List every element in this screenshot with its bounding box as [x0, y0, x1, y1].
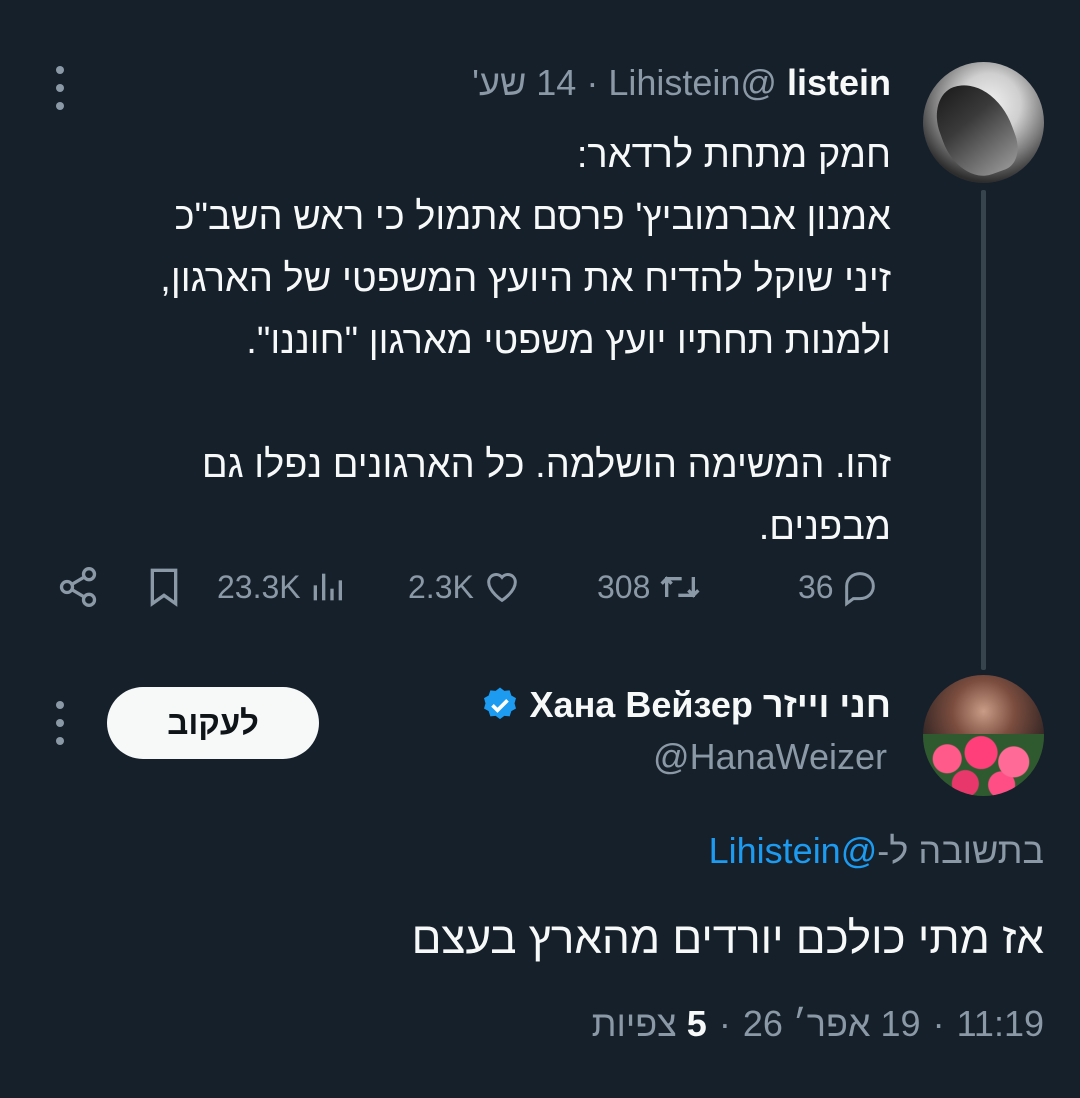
views-count: 23.3K — [217, 568, 301, 605]
reply-to-handle-link[interactable]: @Lihistein — [709, 830, 878, 871]
thread-line — [981, 190, 986, 670]
reply-tweet-header: חני וייזר Хана Вейзер — [480, 682, 891, 728]
reply-to-line: בתשובה ל-@Lihistein — [709, 830, 1044, 872]
top-bar — [0, 0, 1080, 34]
share-action[interactable] — [56, 562, 100, 612]
follow-button[interactable]: לעקוב — [107, 687, 319, 759]
header-separator: · — [586, 62, 599, 103]
avatar-original-author[interactable] — [923, 62, 1044, 183]
original-tweet-header: listein @Lihistein · 14 שע' — [472, 60, 891, 106]
meta-separator: · — [932, 1003, 945, 1044]
more-icon[interactable] — [53, 701, 67, 745]
reply-count: 36 — [798, 568, 834, 605]
like-action[interactable]: 2.3K — [408, 562, 524, 612]
retweet-action[interactable]: 308 — [597, 562, 704, 612]
reply-icon — [844, 572, 875, 607]
more-icon[interactable] — [53, 66, 67, 110]
retweet-count: 308 — [597, 568, 651, 605]
like-icon — [486, 573, 517, 603]
retweet-icon — [660, 576, 700, 598]
tweet-time[interactable]: 11:19 — [957, 1003, 1044, 1045]
meta-separator: · — [718, 1003, 731, 1044]
views-icon — [313, 573, 342, 601]
reply-tweet-meta: 11:19 · 19 אפר׳ 26 · 5 צפיות — [592, 1003, 1044, 1045]
views-meta-label: צפיות — [591, 1003, 677, 1044]
original-tweet-time[interactable]: 14 שע' — [472, 62, 576, 104]
reply-author-name-alt[interactable]: Хана Вейзер — [530, 684, 753, 726]
original-author-name[interactable]: listein — [787, 62, 891, 104]
views-meta-count: 5 — [686, 1003, 707, 1044]
views-meta[interactable]: 5 צפיות — [592, 1003, 707, 1045]
reply-tweet-text: אז מתי כולכם יורדים מהארץ בעצם — [411, 914, 1044, 963]
reply-author-handle[interactable]: @HanaWeizer — [653, 736, 887, 778]
reply-action[interactable]: 36 — [798, 562, 880, 612]
original-tweet-text: חמק מתחת לרדאר: אמנון אברמוביץ' פרסם אתמ… — [160, 134, 891, 548]
tweet-date[interactable]: 19 אפר׳ 26 — [743, 1003, 921, 1045]
reply-to-prefix: בתשובה ל- — [877, 830, 1044, 871]
reply-author-name[interactable]: חני וייזר — [763, 684, 891, 726]
views-action[interactable]: 23.3K — [217, 562, 347, 612]
like-count: 2.3K — [408, 568, 474, 605]
bookmark-icon — [150, 568, 178, 607]
verified-badge-icon — [483, 687, 516, 720]
share-icon — [59, 567, 97, 607]
original-author-handle[interactable]: @Lihistein — [608, 62, 777, 104]
bookmark-action[interactable] — [144, 562, 184, 612]
avatar-reply-author[interactable] — [923, 675, 1044, 796]
